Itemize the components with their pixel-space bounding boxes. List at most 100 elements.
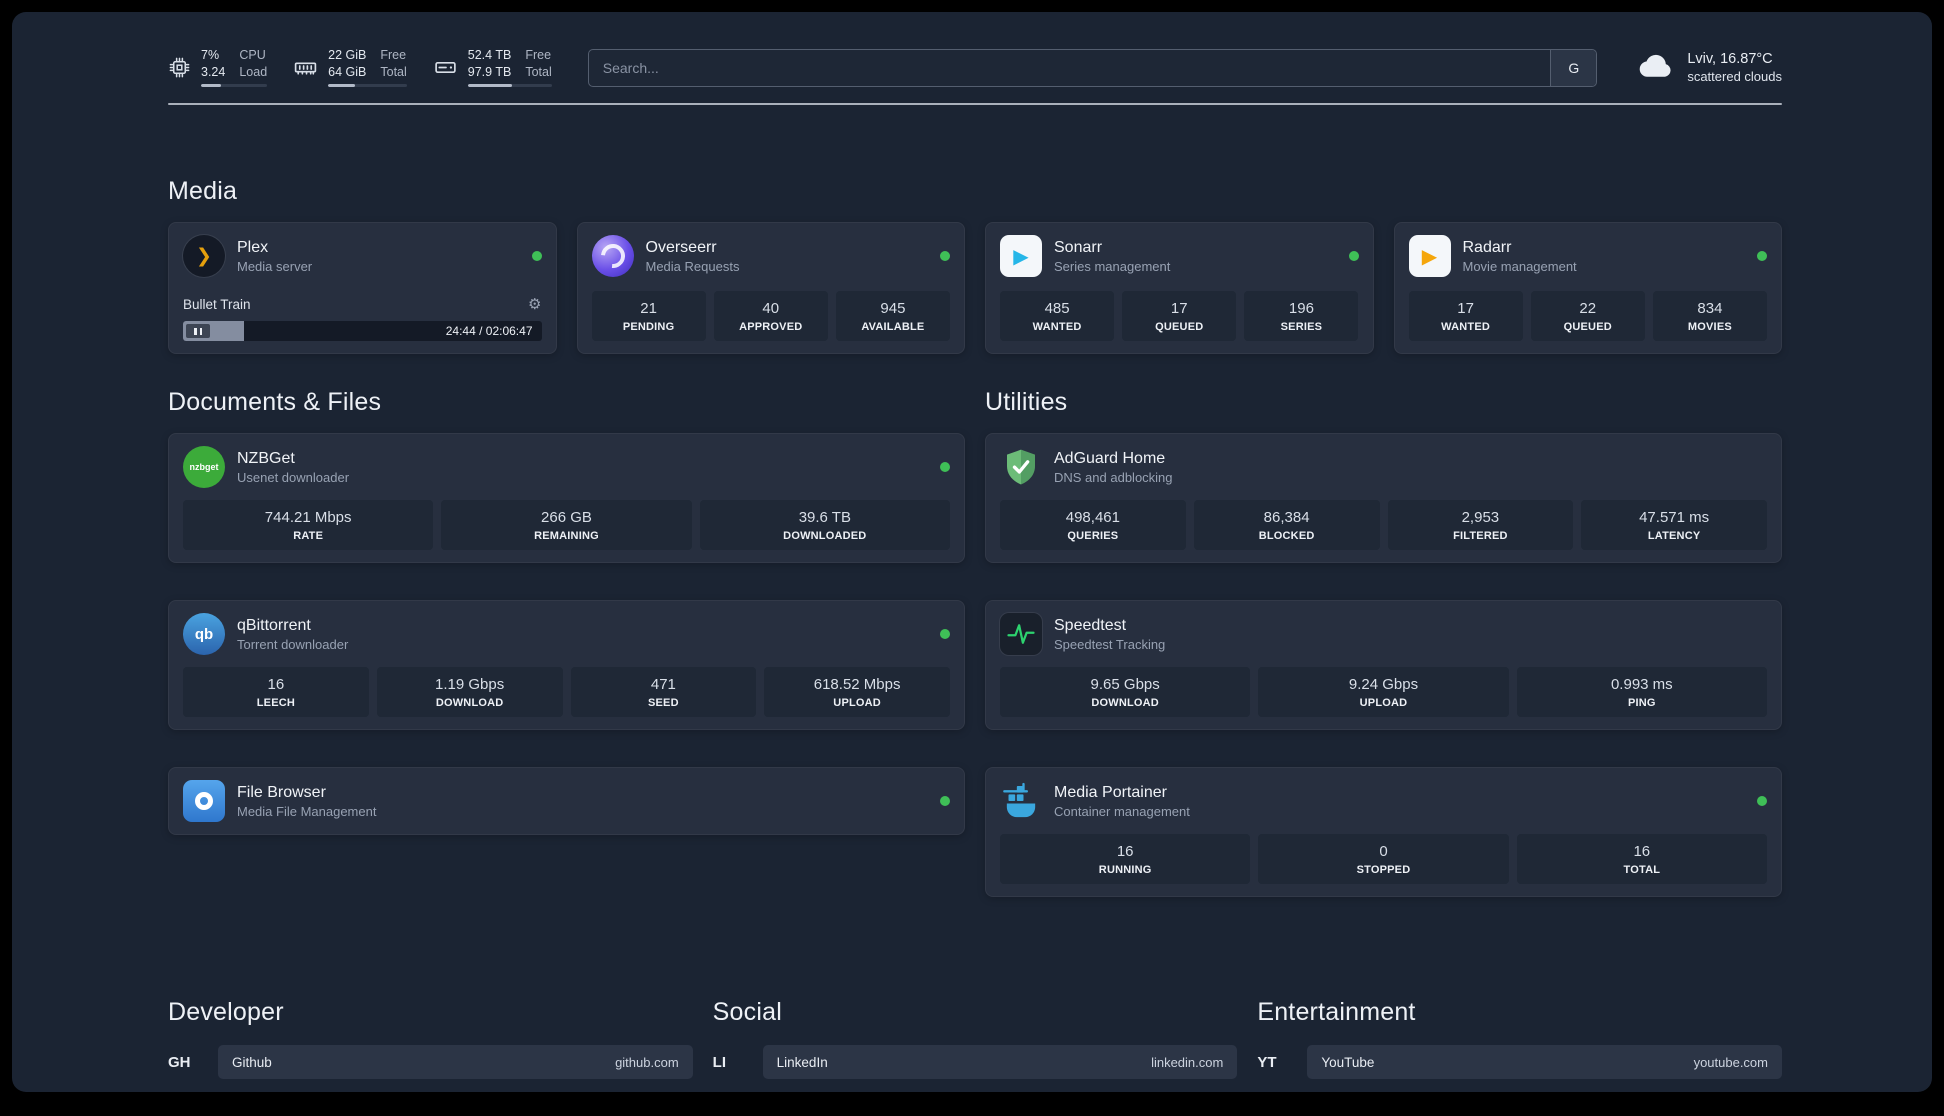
memory-icon (293, 55, 318, 80)
qbittorrent-icon: qb (183, 613, 225, 656)
app-card-speedtest[interactable]: Speedtest Speedtest Tracking 9.65 Gbps DO… (985, 600, 1782, 731)
documents-column: Documents & Files nzbget NZBGet Usenet d… (168, 388, 965, 934)
app-subtitle: Media server (237, 258, 313, 274)
memory-free-value: 22 GiB (328, 48, 367, 62)
portainer-crane-icon (1000, 780, 1042, 822)
status-dot (940, 462, 950, 473)
stat-box: 9.65 Gbps DOWNLOAD (1000, 667, 1251, 718)
app-name: Sonarr (1054, 238, 1103, 256)
memory-free-label: Free (380, 48, 407, 62)
section-title-entertainment: Entertainment (1257, 998, 1416, 1027)
status-dot (940, 796, 950, 807)
status-dot (1757, 796, 1767, 807)
filebrowser-icon (183, 780, 225, 823)
disk-usage-bar (467, 84, 552, 88)
stat-box: 9.24 Gbps UPLOAD (1258, 667, 1509, 718)
stat-box: 22 QUEUED (1530, 291, 1645, 342)
bookmark-abbr: LI (712, 1053, 726, 1071)
speedtest-pulse-icon (1000, 613, 1042, 656)
stat-box: 485 WANTED (1000, 291, 1115, 342)
app-subtitle: Media File Management (237, 803, 377, 819)
app-card-plex[interactable]: ❯ Plex Media server Bullet Train ⚙ 24:44… (168, 222, 557, 355)
gear-icon[interactable]: ⚙ (528, 295, 541, 313)
app-subtitle: Container management (1054, 803, 1190, 819)
playback-time: 24:44 / 02:06:47 (445, 324, 533, 339)
bookmarks-area: Developer GH Githubgithub.com SO StackOv… (168, 998, 1782, 1092)
status-dot (1757, 251, 1767, 262)
weather-widget[interactable]: Lviv, 16.87°C scattered clouds (1637, 50, 1782, 85)
bookmark-row: YT YouTube youtube.com (1257, 1045, 1782, 1080)
disk-free-label: Free (525, 48, 552, 62)
section-title-utilities: Utilities (985, 388, 1068, 417)
cpu-label: CPU (239, 48, 266, 62)
app-subtitle: Movie management (1462, 258, 1577, 274)
app-card-filebrowser[interactable]: File Browser Media File Management (168, 767, 965, 836)
stat-box: 0.993 ms PING (1516, 667, 1767, 718)
app-card-sonarr[interactable]: ▶ Sonarr Series management 485 WANTED 17 Q… (985, 222, 1374, 355)
search-input[interactable] (588, 49, 1551, 86)
memory-widget: 22 GiB 64 GiB Free Total (293, 48, 407, 88)
status-dot (531, 251, 542, 262)
stat-box: 744.21 Mbps RATE (183, 500, 434, 551)
middle-columns: Documents & Files nzbget NZBGet Usenet d… (168, 388, 1782, 934)
app-card-nzbget[interactable]: nzbget NZBGet Usenet downloader 744.21 M… (168, 433, 965, 564)
app-subtitle: DNS and adblocking (1054, 469, 1173, 485)
radarr-icon: ▶ (1408, 235, 1451, 278)
app-card-radarr[interactable]: ▶ Radarr Movie management 17 WANTED 22 QUE… (1393, 222, 1782, 355)
app-name: Speedtest (1054, 616, 1127, 634)
search-engine-button[interactable]: G (1550, 49, 1597, 86)
section-title-documents: Documents & Files (168, 388, 382, 417)
bookmark-link-youtube[interactable]: YouTube youtube.com (1307, 1045, 1782, 1080)
stat-box: 266 GB REMAINING (441, 500, 692, 551)
stat-box: 86,384 BLOCKED (1193, 500, 1380, 551)
bookmark-link-linkedin[interactable]: LinkedIn linkedin.com (762, 1045, 1238, 1080)
cpu-percent: 7% (201, 48, 220, 62)
section-title-media: Media (168, 177, 238, 206)
stat-box: 16 TOTAL (1516, 834, 1767, 885)
bookmark-link-github[interactable]: Github github.com (218, 1045, 693, 1080)
app-name: Radarr (1462, 238, 1512, 256)
pause-button[interactable] (186, 324, 210, 339)
bookmark-group-entertainment: Entertainment YT YouTubeyoutube.com NF N… (1257, 998, 1782, 1092)
status-dot (940, 251, 950, 262)
dashboard: 7% 3.24 CPU Load 22 GiB 64 GiB Free Tota… (12, 12, 1932, 1092)
memory-total-value: 64 GiB (328, 64, 367, 79)
overseerr-icon (591, 235, 634, 278)
app-subtitle: Series management (1054, 258, 1171, 274)
bookmark-group-social: Social LI LinkedInlinkedin.com TW Twitte… (713, 998, 1238, 1092)
stat-box: 2,953 FILTERED (1387, 500, 1574, 551)
stat-box: 39.6 TB DOWNLOADED (699, 500, 950, 551)
app-subtitle: Usenet downloader (237, 469, 350, 485)
section-title-developer: Developer (168, 998, 284, 1027)
disk-total-value: 97.9 TB (467, 64, 512, 79)
playback-progress-bar[interactable]: 24:44 / 02:06:47 (183, 321, 542, 342)
disk-icon (433, 55, 458, 80)
stat-box: 945 AVAILABLE (835, 291, 950, 342)
utilities-column: Utilities AdGuard Home DNS and adblockin… (985, 388, 1782, 934)
stat-box: 0 STOPPED (1258, 834, 1509, 885)
now-playing-title: Bullet Train (183, 296, 251, 312)
system-metrics: 7% 3.24 CPU Load 22 GiB 64 GiB Free Tota… (168, 48, 552, 88)
bookmark-group-developer: Developer GH Githubgithub.com SO StackOv… (168, 998, 693, 1092)
app-card-overseerr[interactable]: Overseerr Media Requests 21 PENDING 40 APP… (576, 222, 965, 355)
stat-box: 471 SEED (570, 667, 757, 718)
bookmark-row: LI LinkedIn linkedin.com (712, 1045, 1238, 1080)
app-name: Plex (237, 238, 269, 256)
top-bar: 7% 3.24 CPU Load 22 GiB 64 GiB Free Tota… (168, 48, 1782, 88)
stat-box: 40 APPROVED (713, 291, 828, 342)
app-card-adguard[interactable]: AdGuard Home DNS and adblocking 498,461 Q… (985, 433, 1782, 564)
disk-total-label: Total (525, 64, 552, 79)
media-grid: ❯ Plex Media server Bullet Train ⚙ 24:44… (168, 222, 1782, 355)
stat-box: 834 MOVIES (1652, 291, 1767, 342)
app-name: NZBGet (237, 449, 295, 467)
app-card-qbittorrent[interactable]: qb qBittorrent Torrent downloader 16 LEEC… (168, 600, 965, 731)
cpu-widget: 7% 3.24 CPU Load (168, 48, 268, 88)
memory-total-label: Total (380, 64, 407, 79)
disk-free-value: 52.4 TB (467, 48, 512, 62)
sonarr-icon: ▶ (1000, 235, 1042, 278)
search-bar[interactable]: G (587, 48, 1598, 87)
app-name: File Browser (237, 783, 326, 801)
app-card-portainer[interactable]: Media Portainer Container management 16 R… (985, 767, 1782, 898)
bookmark-abbr: GH (168, 1053, 191, 1071)
disk-widget: 52.4 TB 97.9 TB Free Total (433, 48, 552, 88)
